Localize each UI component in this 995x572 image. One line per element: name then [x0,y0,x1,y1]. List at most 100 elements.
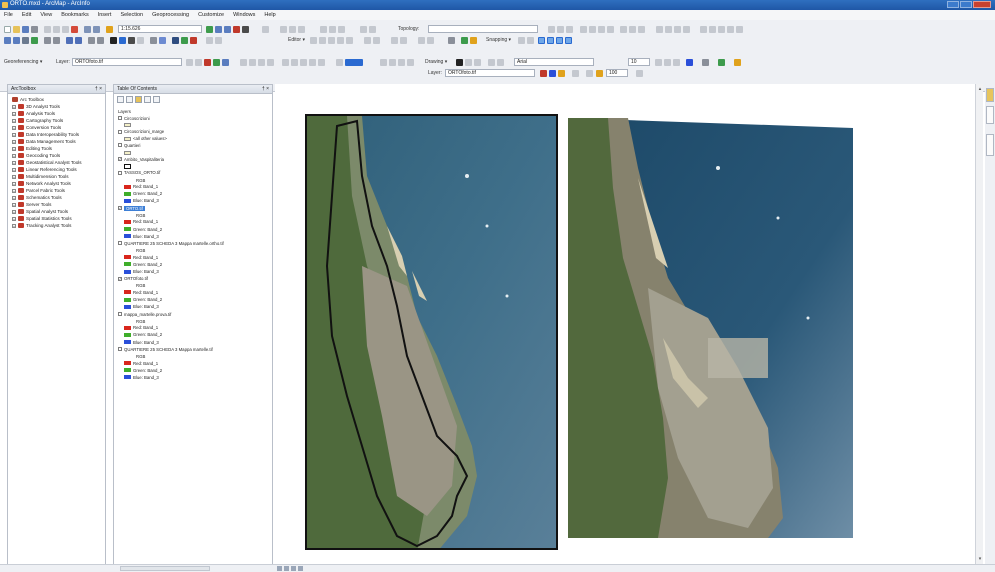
paste-icon[interactable] [62,26,69,33]
brightness-layer-icon[interactable] [596,70,603,77]
shared-features-icon[interactable] [580,26,587,33]
close-button[interactable] [973,1,991,8]
snap-grid-icon[interactable] [448,37,455,44]
expand-plus-icon[interactable]: + [12,167,16,172]
find-route-icon[interactable] [172,37,179,44]
new-document-icon[interactable] [4,26,11,33]
legend-symbol-swatch[interactable] [124,150,131,155]
swipe-layer-icon[interactable] [549,70,556,77]
expand-plus-icon[interactable]: + [12,153,16,158]
cut-polygons-icon[interactable] [373,37,380,44]
bold-icon[interactable] [655,59,662,66]
undo-icon[interactable] [84,26,91,33]
geo-pan-icon[interactable] [258,59,265,66]
html-popup-icon[interactable] [137,37,144,44]
menu-file[interactable]: File [4,12,13,18]
snap-tangent-icon[interactable] [565,37,572,44]
toolbox-item[interactable]: + Geostatistical Analyst Tools [12,159,82,166]
menu-help[interactable]: Help [264,12,275,18]
minimize-button[interactable] [947,1,959,8]
select-elements-icon[interactable] [110,37,117,44]
toc-layer[interactable]: TASSOS_ORTO.tif [118,170,160,176]
toc-options-icon[interactable] [153,96,160,103]
marker-color-icon[interactable] [734,59,741,66]
underline-icon[interactable] [673,59,680,66]
expand-plus-icon[interactable]: + [12,104,16,109]
font-name-combo[interactable]: Arial [514,58,594,66]
construct-features-icon[interactable] [656,26,663,33]
layer-effect-icon[interactable] [540,70,547,77]
smooth-icon[interactable] [638,26,645,33]
show-shared-icon[interactable] [589,26,596,33]
brightness-slider-icon[interactable] [345,59,363,66]
flicker-icon[interactable] [558,70,565,77]
data-view-icon[interactable] [277,566,282,571]
fixed-zoom-in-icon[interactable] [44,37,51,44]
menu-bookmarks[interactable]: Bookmarks [61,12,89,18]
expand-plus-icon[interactable]: + [12,174,16,179]
geo-contrast-icon[interactable] [336,59,343,66]
contrast-layer-icon[interactable] [586,70,593,77]
open-folder-icon[interactable] [13,26,20,33]
layer-visibility-checkbox[interactable]: ✓ [118,206,122,211]
italic-icon[interactable] [664,59,671,66]
topology-combo[interactable] [428,25,538,33]
toolbox-item[interactable]: + Conversion Tools [12,124,61,131]
intersect-icon[interactable] [718,26,725,33]
toolbox-item[interactable]: + Linear Referencing Tools [12,166,77,173]
attributes-tool-icon[interactable] [418,37,425,44]
python-icon[interactable] [242,26,249,33]
toc-layer[interactable]: ✓ Ambito_Vaspitaliteria [118,156,164,162]
toolbox-item[interactable]: + Cartography Tools [12,117,63,124]
generalize-icon[interactable] [629,26,636,33]
align-edge-icon[interactable] [620,26,627,33]
expand-plus-icon[interactable]: + [12,202,16,207]
rotate-element-icon[interactable] [465,59,472,66]
modify-edge-icon[interactable] [607,26,614,33]
rotate-raster-icon[interactable] [186,59,193,66]
toolbox-item[interactable]: + Parcel Fabric Tools [12,187,65,194]
arctoolbox-icon[interactable] [233,26,240,33]
toc-layer[interactable]: Circoscrizioni_marge [118,129,164,135]
refresh-view-icon[interactable] [291,566,296,571]
find-icon[interactable] [159,37,166,44]
toc-layer[interactable]: ✓ ORTO.tif [118,205,145,211]
layer-visibility-checkbox[interactable]: ✓ [118,157,122,162]
geo-select-icon[interactable] [300,59,307,66]
toolbox-item[interactable]: + Spatial Analyst Tools [12,208,68,215]
expand-plus-icon[interactable]: + [12,160,16,165]
swipe-icon[interactable] [215,37,222,44]
time-slider-icon[interactable] [190,37,197,44]
snap-vertex-icon[interactable] [518,37,525,44]
expand-plus-icon[interactable]: + [12,146,16,151]
layer-visibility-checkbox[interactable] [118,143,122,148]
shift-raster-icon[interactable] [195,59,202,66]
snapping-menu-label[interactable]: Snapping ▾ [486,37,511,43]
expand-plus-icon[interactable]: + [12,209,16,214]
scroll-up-arrow-icon[interactable]: ▴ [977,86,983,92]
list-by-selection-icon[interactable] [144,96,151,103]
expand-plus-icon[interactable]: + [12,125,16,130]
font-color-icon[interactable] [686,59,693,66]
geo-measure-icon[interactable] [318,59,325,66]
transparency-layer-icon[interactable] [572,70,579,77]
toc-layer[interactable]: QUARTIERE 25 SCHEDA 3 Mappa martelle.ort… [118,240,224,246]
layers-root[interactable]: Layers [118,108,131,114]
expand-plus-icon[interactable]: + [12,132,16,137]
expand-plus-icon[interactable]: + [12,118,16,123]
legend-symbol-swatch[interactable] [124,163,131,169]
scroll-down-arrow-icon[interactable]: ▾ [977,556,983,562]
toolbox-item[interactable]: + Geocoding Tools [12,152,60,159]
menu-insert[interactable]: Insert [98,12,112,18]
explode-icon[interactable] [727,26,734,33]
reshape-edge-icon[interactable] [598,26,605,33]
layer-visibility-checkbox[interactable] [118,129,122,134]
legend-symbol-swatch[interactable] [124,123,131,128]
full-extent-icon[interactable] [31,37,38,44]
rectangle-icon[interactable] [488,59,495,66]
toolbox-item[interactable]: + Network Analyst Tools [12,180,71,187]
endpoint-arc-icon[interactable] [337,37,344,44]
layout-view-icon[interactable] [284,566,289,571]
fixed-zoom-out-icon[interactable] [53,37,60,44]
pause-drawing-icon[interactable] [298,566,303,571]
